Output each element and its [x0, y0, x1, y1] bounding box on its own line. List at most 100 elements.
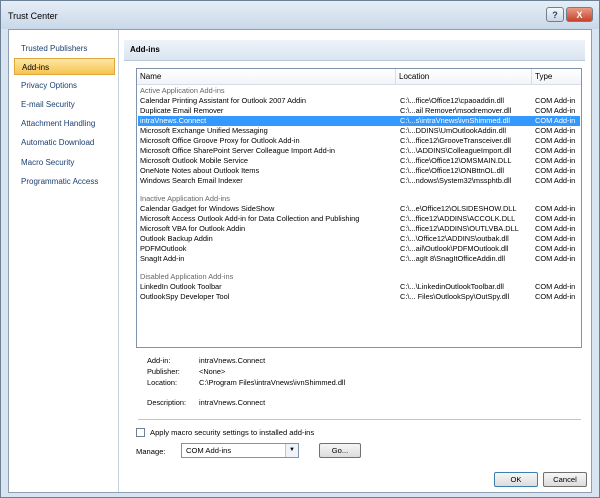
- row-type: COM Add-in: [535, 126, 576, 135]
- detail-value-description: intraVnews.Connect: [199, 398, 266, 407]
- row-name: LinkedIn Outlook Toolbar: [140, 282, 222, 291]
- row-name: OneNote Notes about Outlook Items: [140, 166, 260, 175]
- table-row[interactable]: LinkedIn Outlook Toolbar C:\...\LinkedinO…: [138, 282, 580, 292]
- group-title-inactive: Inactive Application Add-ins: [140, 194, 230, 203]
- close-button[interactable]: X: [566, 7, 593, 22]
- row-name: Microsoft Access Outlook Add-in for Data…: [140, 214, 360, 223]
- detail-label-add-in: Add-in:: [147, 356, 171, 365]
- row-type: COM Add-in: [535, 254, 576, 263]
- table-row[interactable]: OutlookSpy Developer Tool C:\... Files\Ou…: [138, 292, 580, 302]
- row-type: COM Add-in: [535, 292, 576, 301]
- row-type: COM Add-in: [535, 176, 576, 185]
- table-row[interactable]: Calendar Gadget for Windows SideShow C:\.…: [138, 204, 580, 214]
- row-type: COM Add-in: [535, 234, 576, 243]
- table-row[interactable]: Duplicate Email Remover C:\...ail Remover…: [138, 106, 580, 116]
- manage-select[interactable]: COM Add-ins ▼: [181, 443, 299, 458]
- row-name: Calendar Gadget for Windows SideShow: [140, 204, 275, 213]
- sidebar-item-macro-security[interactable]: Macro Security: [14, 154, 115, 171]
- row-name: SnagIt Add-in: [140, 254, 185, 263]
- section-title: Add-ins: [130, 45, 160, 54]
- sidebar-item-trusted-publishers[interactable]: Trusted Publishers: [14, 40, 115, 57]
- row-type: COM Add-in: [535, 116, 576, 125]
- row-name: PDFMOutlook: [140, 244, 187, 253]
- manage-label: Manage:: [136, 447, 166, 456]
- row-name: Microsoft Office Groove Proxy for Outloo…: [140, 136, 300, 145]
- section-header: Add-ins: [124, 40, 585, 61]
- row-location: C:\...\LinkedinOutlookToolbar.dll: [400, 282, 504, 291]
- row-location: C:\... Files\OutlookSpy\OutSpy.dll: [400, 292, 510, 301]
- cancel-button[interactable]: Cancel: [543, 472, 587, 487]
- row-type: COM Add-in: [535, 204, 576, 213]
- column-header-name[interactable]: Name: [137, 69, 396, 84]
- row-name: Microsoft Outlook Mobile Service: [140, 156, 249, 165]
- table-row[interactable]: PDFMOutlook C:\...ail\Outlook\PDFMOutlook…: [138, 244, 580, 254]
- manage-select-value: COM Add-ins: [186, 446, 232, 455]
- ok-button[interactable]: OK: [494, 472, 538, 487]
- table-row[interactable]: Microsoft Exchange Unified Messaging C:\.…: [138, 126, 580, 136]
- row-location: C:\...agIt 8\SnagItOfficeAddin.dll: [400, 254, 506, 263]
- divider: [138, 419, 581, 420]
- macro-security-checkbox[interactable]: [136, 428, 145, 437]
- row-type: COM Add-in: [535, 96, 576, 105]
- table-row[interactable]: Microsoft Office SharePoint Server Colle…: [138, 146, 580, 156]
- table-row[interactable]: Microsoft Outlook Mobile Service C:\...ff…: [138, 156, 580, 166]
- table-row-selected[interactable]: intraVnews.Connect C:\...s\intraVnews\ivn…: [138, 116, 580, 126]
- table-row[interactable]: Outlook Backup Addin C:\...\Office12\ADDI…: [138, 234, 580, 244]
- row-location: C:\...ffice\Office12\ONBttnOL.dll: [400, 166, 505, 175]
- trust-center-window: Trust Center ? X Trusted Publishers Add-…: [0, 0, 600, 498]
- column-header-location[interactable]: Location: [396, 69, 532, 84]
- table-row[interactable]: Calendar Printing Assistant for Outlook …: [138, 96, 580, 106]
- table-row[interactable]: Microsoft VBA for Outlook Addin C:\...ffi…: [138, 224, 580, 234]
- row-type: COM Add-in: [535, 146, 576, 155]
- row-name: Outlook Backup Addin: [140, 234, 213, 243]
- sidebar-item-privacy-options[interactable]: Privacy Options: [14, 77, 115, 94]
- chevron-down-icon[interactable]: ▼: [285, 444, 298, 457]
- row-type: COM Add-in: [535, 214, 576, 223]
- row-name: Calendar Printing Assistant for Outlook …: [140, 96, 306, 105]
- detail-value-publisher: <None>: [199, 367, 226, 376]
- row-location: C:\...ail Remover\msodremover.dll: [400, 106, 512, 115]
- row-type: COM Add-in: [535, 106, 576, 115]
- sidebar-item-automatic-download[interactable]: Automatic Download: [14, 134, 115, 151]
- row-location: C:\...ffice12\GrooveTransceiver.dll: [400, 136, 511, 145]
- sidebar-item-attachment-handling[interactable]: Attachment Handling: [14, 115, 115, 132]
- detail-label-publisher: Publisher:: [147, 367, 180, 376]
- macro-security-checkbox-label[interactable]: Apply macro security settings to install…: [150, 428, 314, 437]
- row-name: intraVnews.Connect: [140, 116, 207, 125]
- row-location: C:\...e\Office12\OLSIDESHOW.DLL: [400, 204, 517, 213]
- detail-value-location: C:\Program Files\intraVnews\ivnShimmed.d…: [199, 378, 346, 387]
- row-location: C:\...s\intraVnews\ivnShimmed.dll: [400, 116, 511, 125]
- table-row[interactable]: Microsoft Access Outlook Add-in for Data…: [138, 214, 580, 224]
- column-header-type[interactable]: Type: [532, 69, 581, 84]
- row-name: OutlookSpy Developer Tool: [140, 292, 230, 301]
- row-name: Windows Search Email Indexer: [140, 176, 243, 185]
- row-name: Microsoft Exchange Unified Messaging: [140, 126, 268, 135]
- row-location: C:\...\ADDINS\ColleagueImport.dll: [400, 146, 512, 155]
- table-row[interactable]: Windows Search Email Indexer C:\...ndows\…: [138, 176, 580, 186]
- table-row[interactable]: Microsoft Office Groove Proxy for Outloo…: [138, 136, 580, 146]
- detail-label-location: Location:: [147, 378, 177, 387]
- row-location: C:\...ndows\System32\mssphtb.dll: [400, 176, 512, 185]
- sidebar-item-add-ins[interactable]: Add-ins: [14, 58, 115, 75]
- dialog-body: Trusted Publishers Add-ins Privacy Optio…: [8, 29, 592, 493]
- go-button[interactable]: Go...: [319, 443, 361, 458]
- row-name: Duplicate Email Remover: [140, 106, 224, 115]
- sidebar: Trusted Publishers Add-ins Privacy Optio…: [9, 30, 119, 492]
- row-location: C:\...ffice12\ADDINS\ACCOLK.DLL: [400, 214, 516, 223]
- row-name: Microsoft VBA for Outlook Addin: [140, 224, 246, 233]
- window-title: Trust Center: [8, 11, 58, 21]
- help-button[interactable]: ?: [546, 7, 564, 22]
- sidebar-item-email-security[interactable]: E-mail Security: [14, 96, 115, 113]
- title-bar: Trust Center ? X: [1, 1, 599, 29]
- group-title-disabled: Disabled Application Add-ins: [140, 272, 234, 281]
- group-title-active: Active Application Add-ins: [140, 86, 225, 95]
- row-type: COM Add-in: [535, 136, 576, 145]
- table-row[interactable]: OneNote Notes about Outlook Items C:\...f…: [138, 166, 580, 176]
- sidebar-item-programmatic-access[interactable]: Programmatic Access: [14, 173, 115, 190]
- row-type: COM Add-in: [535, 224, 576, 233]
- detail-value-add-in: intraVnews.Connect: [199, 356, 266, 365]
- row-location: C:\...DDINS\UmOutlookAddin.dll: [400, 126, 506, 135]
- row-type: COM Add-in: [535, 244, 576, 253]
- add-ins-list[interactable]: Name Location Type Active Application Ad…: [136, 68, 582, 348]
- table-row[interactable]: SnagIt Add-in C:\...agIt 8\SnagItOfficeAd…: [138, 254, 580, 264]
